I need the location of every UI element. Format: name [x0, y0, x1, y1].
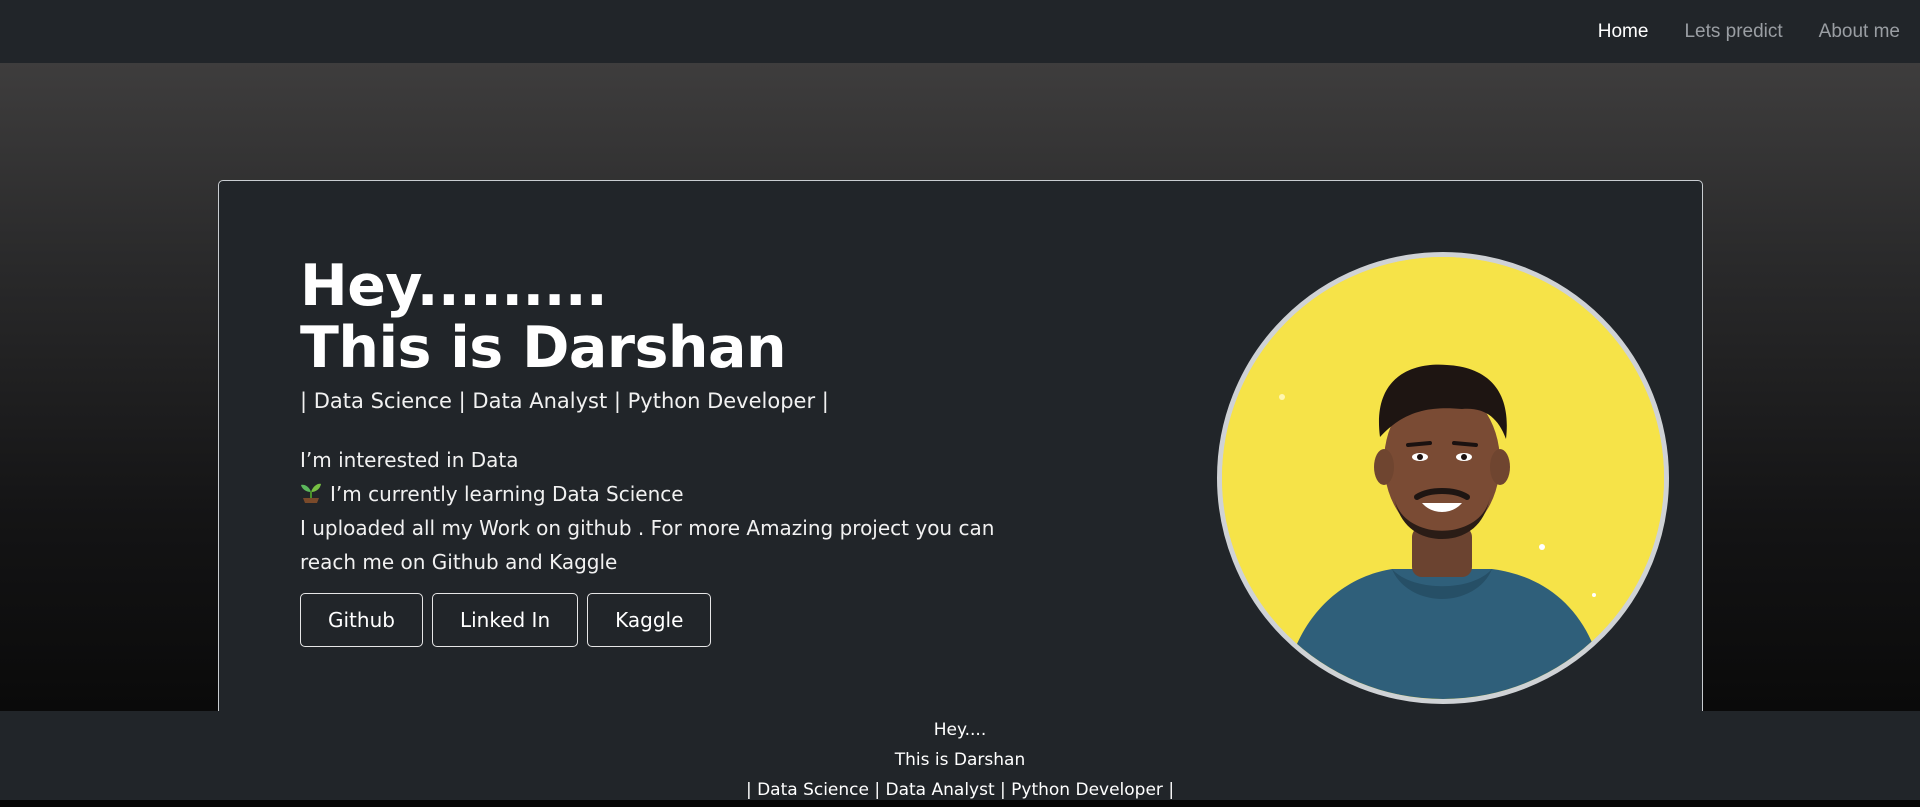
bottom-strip	[0, 800, 1920, 807]
hero-section: Hey......... This is Darshan | Data Scie…	[0, 63, 1920, 720]
linkedin-button[interactable]: Linked In	[431, 593, 579, 647]
intro-paragraph: I’m interested in Data I’m currently lea…	[300, 443, 1040, 579]
nav-about-me-link[interactable]: About me	[1819, 21, 1900, 43]
hero-headline: Hey......... This is Darshan	[300, 253, 787, 381]
nav-home-link[interactable]: Home	[1598, 21, 1649, 43]
intro-line-learning-text: I’m currently learning Data Science	[330, 482, 684, 506]
profile-photo-illustration	[1222, 257, 1664, 699]
top-navbar: Home Lets predict About me	[0, 0, 1920, 63]
social-buttons: Github Linked In Kaggle	[300, 593, 712, 647]
intro-card: Hey......... This is Darshan | Data Scie…	[218, 180, 1703, 720]
headline-greeting: Hey.........	[300, 253, 608, 319]
profile-photo	[1217, 252, 1669, 704]
seedling-icon	[301, 483, 321, 503]
footer-greeting: Hey....	[933, 720, 987, 740]
footer-name: This is Darshan	[894, 750, 1026, 770]
intro-line-github: I uploaded all my Work on github . For m…	[300, 516, 995, 574]
nav-lets-predict-link[interactable]: Lets predict	[1684, 21, 1782, 43]
footer: Hey.... This is Darshan | Data Science |…	[0, 711, 1920, 800]
hero-subtitle: | Data Science | Data Analyst | Python D…	[300, 389, 829, 413]
github-button[interactable]: Github	[300, 593, 423, 647]
headline-name: This is Darshan	[300, 315, 787, 381]
intro-line-learning: I’m currently learning Data Science	[300, 477, 1040, 511]
intro-line-interest: I’m interested in Data	[300, 448, 519, 472]
kaggle-button[interactable]: Kaggle	[587, 593, 712, 647]
